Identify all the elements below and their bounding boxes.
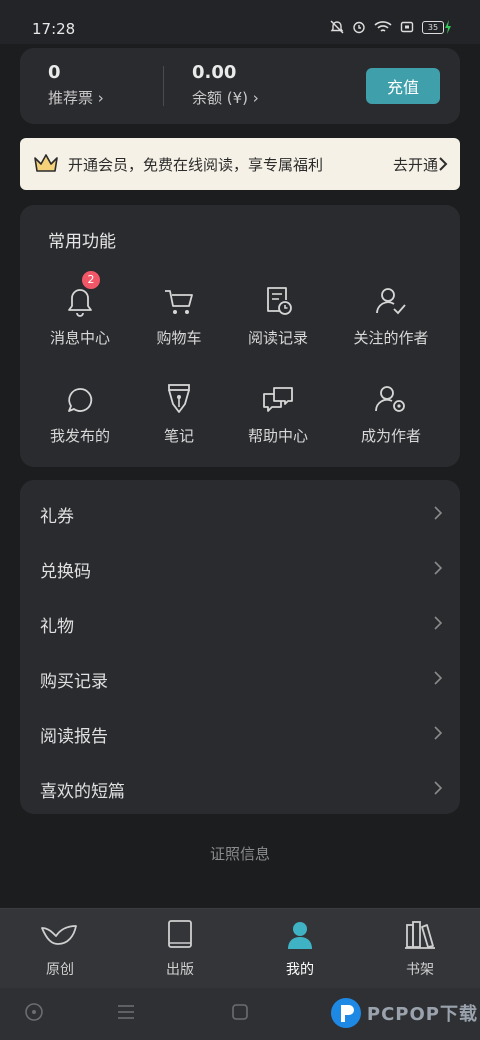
chevron-right-icon [434,781,442,795]
user-icon [288,922,312,949]
reading-history-icon [267,287,292,315]
menu-item-label: 礼券 [40,507,74,527]
book-icon [168,920,192,948]
func-become-author[interactable]: 成为作者 [336,375,446,455]
func-label: 消息中心 [49,329,110,347]
bookshelf-icon [405,921,435,949]
tab-mine[interactable]: 我的 [240,917,360,979]
menu-item-reading-report[interactable]: 阅读报告 [20,706,460,761]
divider [163,66,164,106]
chevron-right-icon [434,616,442,630]
assistant-icon[interactable] [24,1002,44,1022]
menu-item-label: 喜欢的短篇 [40,782,125,802]
battery-icon: 35 [422,20,452,34]
chevron-right-icon [434,671,442,685]
battery-level: 35 [422,20,444,34]
followed-author-icon [376,288,406,315]
cart-icon [165,290,193,314]
func-label: 阅读记录 [247,329,308,347]
tab-publishing[interactable]: 出版 [120,917,240,979]
balance-card: 0 推荐票 › 0.00 余额 (¥) › 充值 [20,48,460,124]
menu-item-label: 礼物 [40,617,74,637]
menu-icon[interactable] [116,1002,136,1022]
balance-label: 余额 (¥) › [192,89,259,107]
chevron-right-icon [434,726,442,740]
crown-icon [34,154,58,172]
message-badge: 2 [82,271,100,289]
menu-item-label: 阅读报告 [40,727,108,747]
func-reading-history[interactable]: 阅读记录 [223,277,333,357]
menu-item-favorite-shorts[interactable]: 喜欢的短篇 [20,761,460,816]
func-followed-authors[interactable]: 关注的作者 [336,277,446,357]
sim-icon [400,21,414,33]
watermark-text: PCPOP下载 [366,1004,478,1025]
func-label: 我发布的 [49,427,110,445]
watermark-logo: PCPOP下载 [329,996,478,1030]
recharge-button[interactable]: 充值 [366,68,440,104]
func-label: 关注的作者 [353,329,429,347]
func-label: 成为作者 [360,427,421,445]
chevron-right-icon [434,506,442,520]
functions-card: 常用功能 2 消息中心 购物车 阅读记录 关注的作者 我发布的 笔记 帮助中心 … [20,205,460,467]
menu-item-label: 兑换码 [40,562,91,582]
balance-value: 0.00 [192,62,237,83]
chat-bubble-icon [68,388,93,412]
vip-open-link[interactable]: 去开通 [393,154,438,175]
bird-icon [41,925,77,945]
alarm-icon [353,21,365,34]
tickets-value: 0 [48,62,61,83]
tab-label: 原创 [46,962,74,978]
tickets-block[interactable]: 0 推荐票 › [48,62,104,108]
bell-icon [68,289,92,317]
vip-banner[interactable]: 开通会员，免费在线阅读，享专属福利 去开通 [20,138,460,190]
mute-icon [330,20,344,34]
func-help-center[interactable]: 帮助中心 [223,375,333,455]
status-time: 17:28 [32,20,76,38]
pen-nib-icon [168,384,190,413]
func-label: 购物车 [156,329,202,347]
menu-item-purchase-history[interactable]: 购买记录 [20,651,460,706]
menu-item-coupons[interactable]: 礼券 [20,486,460,541]
tab-original[interactable]: 原创 [0,917,120,979]
func-my-posts[interactable]: 我发布的 [25,375,135,455]
func-cart[interactable]: 购物车 [124,277,234,357]
pcpop-logo-icon [330,998,361,1028]
menu-item-gifts[interactable]: 礼物 [20,596,460,651]
menu-item-redeem-code[interactable]: 兑换码 [20,541,460,596]
bottom-tab-bar: 原创 出版 我的 书架 [0,908,480,989]
tab-label: 我的 [286,962,314,978]
help-chat-icon [263,387,293,412]
tab-label: 出版 [166,962,194,978]
functions-title: 常用功能 [48,232,116,252]
menu-card: 礼券 兑换码 礼物 购买记录 阅读报告 喜欢的短篇 [20,480,460,814]
status-icons: 35 [330,20,452,34]
func-messages[interactable]: 2 消息中心 [25,271,135,357]
vip-text: 开通会员，免费在线阅读，享专属福利 [68,156,324,174]
status-bar: 17:28 35 [0,0,480,44]
tab-bookshelf[interactable]: 书架 [360,917,480,979]
wifi-icon [374,21,392,32]
license-info-link[interactable]: 证照信息 [0,843,480,864]
balance-block[interactable]: 0.00 余额 (¥) › [192,62,259,108]
chevron-right-icon [439,157,448,171]
func-label: 笔记 [163,427,194,445]
menu-item-label: 购买记录 [40,672,108,692]
func-label: 帮助中心 [247,427,308,445]
home-icon[interactable] [230,1002,250,1022]
author-settings-icon [375,386,405,412]
func-notes[interactable]: 笔记 [124,375,234,455]
tickets-label: 推荐票 › [48,89,104,107]
chevron-right-icon [434,561,442,575]
tab-label: 书架 [406,962,434,978]
